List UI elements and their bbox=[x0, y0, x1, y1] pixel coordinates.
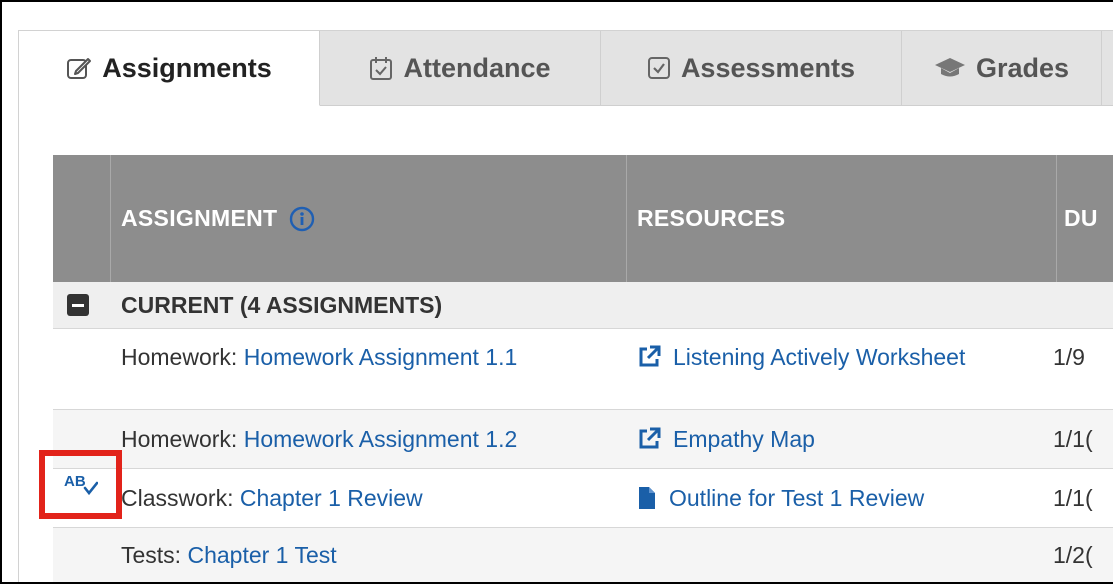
table-header: ASSIGNMENT RESOURCES DU bbox=[53, 155, 1113, 282]
table-row: Tests: Chapter 1 Test 1/2( bbox=[53, 528, 1113, 582]
info-icon[interactable] bbox=[289, 206, 315, 232]
column-header-resources[interactable]: RESOURCES bbox=[637, 155, 785, 282]
resource-link[interactable]: Outline for Test 1 Review bbox=[669, 485, 924, 512]
table-row: Homework: Homework Assignment 1.1 Listen… bbox=[53, 329, 1113, 410]
header-gutter bbox=[53, 155, 111, 282]
column-header-assignment[interactable]: ASSIGNMENT bbox=[121, 155, 315, 282]
resource-cell: Empathy Map bbox=[637, 410, 815, 468]
checkbox-icon bbox=[647, 57, 670, 79]
group-row-current: CURRENT (4 ASSIGNMENTS) bbox=[53, 282, 1113, 329]
group-label: CURRENT (4 ASSIGNMENTS) bbox=[121, 291, 443, 318]
assignments-table: ASSIGNMENT RESOURCES DU CURRENT (4 ASSIG… bbox=[53, 155, 1113, 582]
tab-bar-filler bbox=[1102, 31, 1113, 106]
assignment-type: Tests: bbox=[121, 542, 182, 568]
due-cell: 1/1( bbox=[1053, 469, 1093, 527]
resource-cell: Outline for Test 1 Review bbox=[637, 469, 924, 527]
graduation-cap-icon bbox=[934, 58, 965, 77]
assignment-link[interactable]: Chapter 1 Test bbox=[187, 542, 336, 569]
tab-grades[interactable]: Grades bbox=[902, 31, 1102, 106]
due-date: 1/1( bbox=[1053, 484, 1093, 511]
assignment-link[interactable]: Chapter 1 Review bbox=[240, 485, 423, 512]
column-divider bbox=[626, 155, 627, 282]
tab-assessments[interactable]: Assessments bbox=[601, 31, 902, 106]
assignment-cell: Classwork: Chapter 1 Review bbox=[121, 469, 423, 527]
tab-assignments[interactable]: Assignments bbox=[19, 31, 320, 106]
ab-check-icon[interactable]: AB bbox=[64, 471, 98, 499]
collapse-icon[interactable] bbox=[67, 294, 89, 316]
tab-label: Assignments bbox=[102, 52, 272, 83]
column-header-label: RESOURCES bbox=[637, 205, 786, 231]
due-date: 1/2( bbox=[1053, 542, 1093, 568]
assignment-cell: Homework: Homework Assignment 1.1 bbox=[121, 329, 517, 385]
assignment-link[interactable]: Homework Assignment 1.2 bbox=[244, 426, 518, 453]
assignments-panel: Assignments Attendance Assessments Grade… bbox=[18, 30, 1113, 582]
external-link-icon bbox=[639, 345, 661, 367]
window-frame: Assignments Attendance Assessments Grade… bbox=[0, 0, 1113, 584]
resource-link[interactable]: Listening Actively Worksheet bbox=[673, 344, 965, 371]
document-icon bbox=[639, 487, 655, 509]
table-row: Classwork: Chapter 1 Review Outline for … bbox=[53, 469, 1113, 528]
assignment-link[interactable]: Homework Assignment 1.1 bbox=[244, 344, 518, 371]
assignment-cell: Tests: Chapter 1 Test bbox=[121, 528, 337, 582]
column-divider bbox=[1056, 155, 1057, 282]
pencil-square-icon bbox=[67, 58, 92, 79]
column-header-due[interactable]: DU bbox=[1064, 155, 1098, 282]
due-date: 1/9 bbox=[1053, 343, 1085, 370]
table-row: Homework: Homework Assignment 1.2 Empath… bbox=[53, 410, 1113, 469]
assignment-type: Homework: bbox=[121, 425, 238, 452]
calendar-check-icon bbox=[370, 57, 393, 80]
column-header-label: ASSIGNMENT bbox=[121, 205, 278, 231]
assignment-type: Classwork: bbox=[121, 484, 234, 511]
assignment-type: Homework: bbox=[121, 343, 238, 370]
external-link-icon bbox=[639, 427, 661, 449]
due-cell: 1/9 bbox=[1053, 329, 1085, 385]
tab-attendance[interactable]: Attendance bbox=[320, 31, 601, 106]
tab-bar: Assignments Attendance Assessments Grade… bbox=[19, 31, 1113, 106]
due-date: 1/1( bbox=[1053, 425, 1093, 452]
resource-link[interactable]: Empathy Map bbox=[673, 426, 815, 453]
assignment-cell: Homework: Homework Assignment 1.2 bbox=[121, 410, 517, 468]
due-cell: 1/1( bbox=[1053, 410, 1093, 468]
due-cell: 1/2( bbox=[1053, 528, 1093, 582]
tab-label: Assessments bbox=[680, 52, 856, 83]
tab-label: Grades bbox=[975, 52, 1070, 83]
column-header-label: DU bbox=[1064, 205, 1098, 231]
tab-label: Attendance bbox=[403, 52, 551, 83]
ab-icon-label: AB bbox=[64, 473, 86, 490]
resource-cell: Listening Actively Worksheet bbox=[637, 329, 965, 385]
